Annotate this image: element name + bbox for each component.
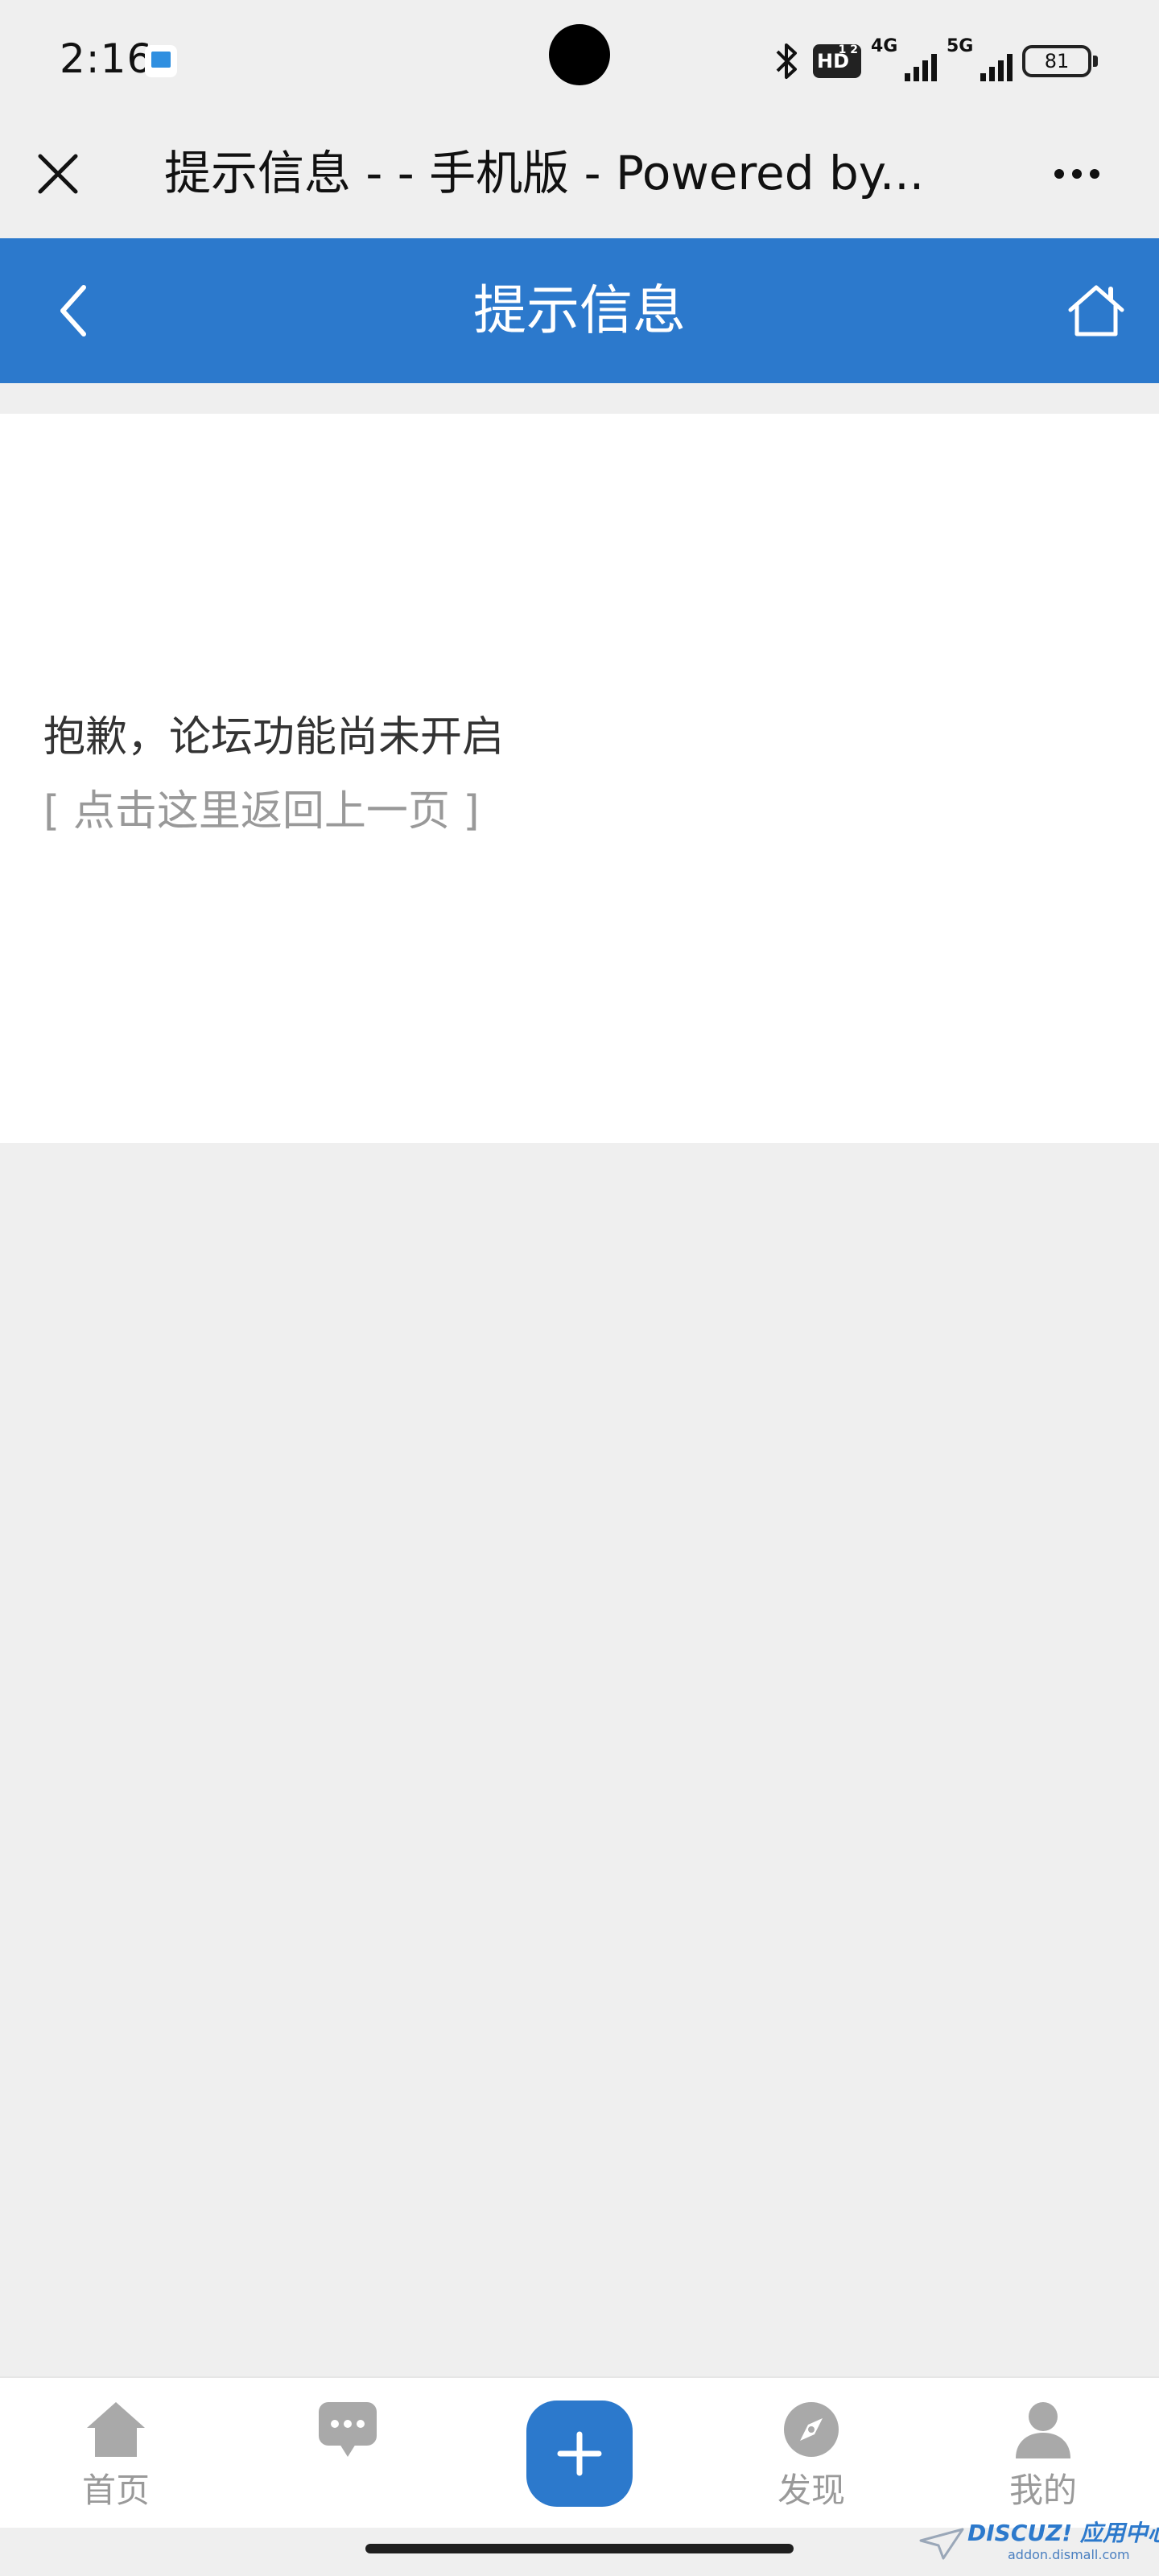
notice-message: 抱歉，论坛功能尚未开启 bbox=[43, 713, 505, 762]
tab-home-label: 首页 bbox=[81, 2471, 150, 2510]
page-title: 提示信息 bbox=[473, 279, 686, 341]
home-icon bbox=[1068, 285, 1124, 336]
tab-discover[interactable]: 发现 bbox=[731, 2378, 892, 2529]
compass-icon bbox=[784, 2402, 839, 2457]
bottom-tab-bar: 首页 发现 我的 bbox=[0, 2376, 1159, 2528]
home-tab-icon bbox=[87, 2402, 145, 2457]
app-header: 提示信息 bbox=[0, 238, 1159, 383]
post-button[interactable] bbox=[526, 2401, 633, 2507]
more-dot-icon bbox=[1072, 169, 1082, 179]
tab-mine[interactable]: 我的 bbox=[963, 2378, 1124, 2529]
status-bar: 2:16 HD 1 2 4G 5G 81 bbox=[0, 0, 1159, 119]
signal-4g-icon: 4G bbox=[871, 36, 937, 85]
home-indicator[interactable] bbox=[365, 2544, 794, 2553]
close-button[interactable] bbox=[24, 140, 92, 208]
paper-plane-icon bbox=[919, 2528, 964, 2560]
network-label-2: 5G bbox=[947, 36, 974, 56]
back-link[interactable]: [ 点击这里返回上一页 ] bbox=[43, 782, 480, 840]
battery-level: 81 bbox=[1044, 50, 1070, 72]
tab-mine-label: 我的 bbox=[1008, 2471, 1077, 2510]
tab-home[interactable]: 首页 bbox=[35, 2378, 196, 2529]
hd-voice-icon: HD 1 2 bbox=[813, 43, 861, 78]
plus-icon bbox=[557, 2431, 602, 2476]
tab-messages[interactable] bbox=[267, 2378, 428, 2529]
more-button[interactable] bbox=[1043, 140, 1111, 208]
home-button[interactable] bbox=[1056, 270, 1136, 351]
message-card: 抱歉，论坛功能尚未开启 [ 点击这里返回上一页 ] bbox=[0, 414, 1159, 1143]
status-icons: HD 1 2 4G 5G 81 bbox=[771, 35, 1098, 87]
discuz-watermark: DISCUZ! 应用中心 addon.dismall.com bbox=[919, 2520, 1159, 2570]
app-notification-icon bbox=[145, 45, 177, 77]
signal-5g-icon: 5G bbox=[947, 36, 1013, 85]
chevron-left-icon bbox=[60, 285, 86, 336]
user-icon bbox=[1016, 2402, 1070, 2458]
more-dot-icon bbox=[1090, 169, 1099, 179]
network-label-1: 4G bbox=[871, 36, 898, 56]
more-dot-icon bbox=[1054, 169, 1064, 179]
browser-page-title: 提示信息 - - 手机版 - Powered by... bbox=[164, 146, 925, 200]
battery-icon: 81 bbox=[1022, 45, 1098, 77]
bluetooth-icon bbox=[776, 43, 797, 79]
chat-bubble-icon bbox=[319, 2402, 377, 2457]
tab-discover-label: 发现 bbox=[777, 2471, 845, 2510]
screen: 2:16 HD 1 2 4G 5G 81 提示信息 - - 手机版 - Powe… bbox=[0, 0, 1159, 2576]
back-button[interactable] bbox=[32, 270, 113, 351]
close-icon bbox=[38, 154, 78, 194]
front-camera bbox=[549, 24, 610, 85]
hd-sub-label: 1 2 bbox=[838, 43, 858, 56]
status-time: 2:16 bbox=[60, 35, 154, 82]
watermark-brand: DISCUZ! 应用中心 bbox=[967, 2520, 1159, 2546]
browser-title-bar: 提示信息 - - 手机版 - Powered by... bbox=[0, 119, 1159, 238]
watermark-url: addon.dismall.com bbox=[1008, 2547, 1130, 2562]
